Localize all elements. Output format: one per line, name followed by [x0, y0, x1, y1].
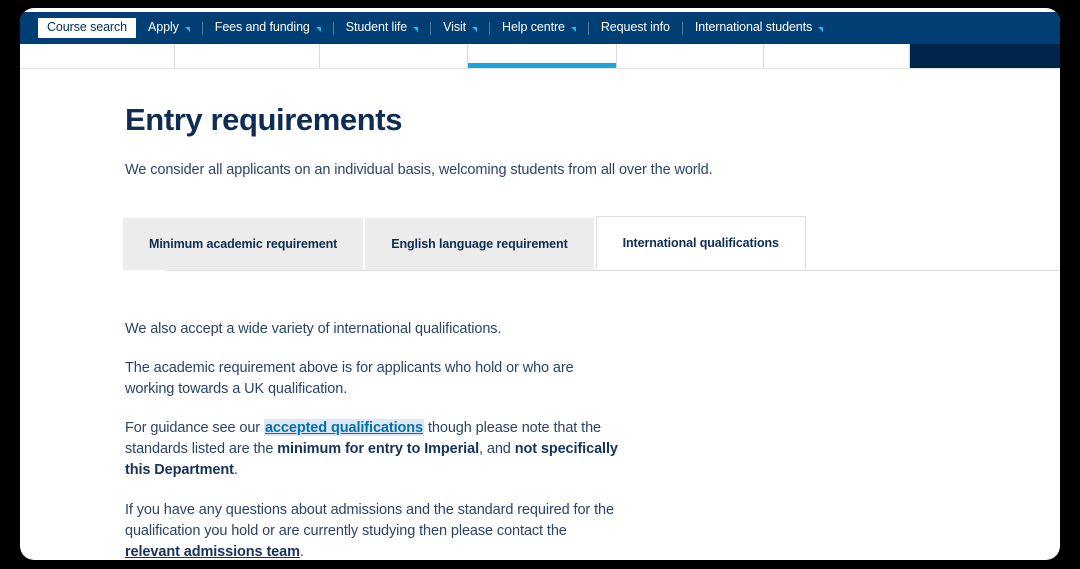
secondary-nav-cell[interactable]	[764, 44, 910, 68]
nav-item-international-students[interactable]: International students	[694, 20, 824, 35]
chevron-down-icon	[315, 26, 321, 32]
chevron-down-icon	[818, 26, 824, 32]
primary-navigation: Course search Apply Fees and funding Stu…	[20, 12, 1060, 44]
tabs-underline-wrap	[125, 269, 1060, 271]
main-content: Entry requirements We consider all appli…	[20, 74, 1060, 560]
tab-english-language-requirement[interactable]: English language requirement	[365, 217, 594, 270]
accepted-qualifications-link[interactable]: accepted qualifications	[263, 419, 425, 437]
nav-item-request-info-label: Request info	[600, 20, 670, 35]
chevron-down-icon	[570, 26, 576, 32]
nav-divider	[430, 21, 432, 35]
secondary-navigation	[20, 44, 1060, 68]
tab-minimum-academic-requirement[interactable]: Minimum academic requirement	[123, 217, 364, 270]
nav-divider	[681, 21, 683, 35]
tabs-underline	[167, 269, 1060, 271]
nav-item-help-centre[interactable]: Help centre	[502, 20, 576, 35]
nav-item-international-students-label: International students	[694, 20, 813, 35]
secondary-nav-divider	[20, 68, 1060, 69]
nav-item-visit[interactable]: Visit	[443, 20, 478, 35]
paragraph-guidance: For guidance see our accepted qualificat…	[125, 418, 625, 481]
nav-item-visit-label: Visit	[443, 20, 467, 35]
course-search-button[interactable]: Course search	[38, 17, 136, 39]
contact-text-before: If you have any questions about admissio…	[125, 501, 614, 539]
guidance-text-before: For guidance see our	[125, 420, 264, 437]
tab-panel-international-qualifications: We also accept a wide variety of interna…	[125, 319, 625, 560]
nav-item-apply-label: Apply	[148, 20, 179, 35]
secondary-nav-cell-highlighted[interactable]	[910, 44, 1060, 68]
nav-item-fees-and-funding[interactable]: Fees and funding	[214, 20, 321, 35]
tab-label: Minimum academic requirement	[149, 236, 338, 251]
relevant-admissions-team-link[interactable]: relevant admissions team	[125, 544, 300, 560]
nav-item-help-centre-label: Help centre	[502, 20, 565, 35]
nav-item-student-life[interactable]: Student life	[345, 20, 419, 35]
nav-divider	[489, 21, 491, 35]
tab-label: English language requirement	[391, 236, 568, 251]
nav-divider	[201, 21, 203, 35]
secondary-nav-cell[interactable]	[20, 44, 175, 68]
page-title: Entry requirements	[125, 102, 403, 137]
contact-text-end: .	[299, 543, 304, 560]
nav-divider	[587, 21, 589, 35]
nav-item-student-life-label: Student life	[345, 20, 408, 35]
chevron-down-icon	[413, 26, 419, 32]
nav-item-fees-and-funding-label: Fees and funding	[214, 20, 310, 35]
nav-item-request-info[interactable]: Request info	[600, 20, 670, 35]
chevron-down-icon	[472, 26, 478, 32]
nav-item-apply[interactable]: Apply	[148, 20, 190, 35]
secondary-nav-cell-active[interactable]	[468, 44, 617, 68]
secondary-nav-cell[interactable]	[617, 44, 764, 68]
secondary-nav-cell[interactable]	[320, 44, 468, 68]
browser-viewport: Course search Apply Fees and funding Stu…	[20, 8, 1060, 560]
nav-divider	[332, 21, 334, 35]
tab-international-qualifications[interactable]: International qualifications	[595, 215, 806, 270]
guidance-text-end: .	[233, 462, 238, 479]
paragraph-uk-qualification: The academic requirement above is for ap…	[125, 359, 574, 397]
tab-list: Minimum academic requirement English lan…	[123, 215, 1020, 270]
tab-label: International qualifications	[622, 235, 779, 250]
page-intro: We consider all applicants on an individ…	[125, 161, 713, 178]
paragraph-contact: If you have any questions about admissio…	[125, 500, 625, 560]
chevron-down-icon	[184, 26, 190, 32]
guidance-text-mid2: , and	[479, 441, 515, 458]
paragraph-intro: We also accept a wide variety of interna…	[125, 320, 502, 337]
secondary-nav-cell[interactable]	[175, 44, 320, 68]
guidance-bold-minimum-entry: minimum for entry to Imperial	[277, 441, 480, 458]
